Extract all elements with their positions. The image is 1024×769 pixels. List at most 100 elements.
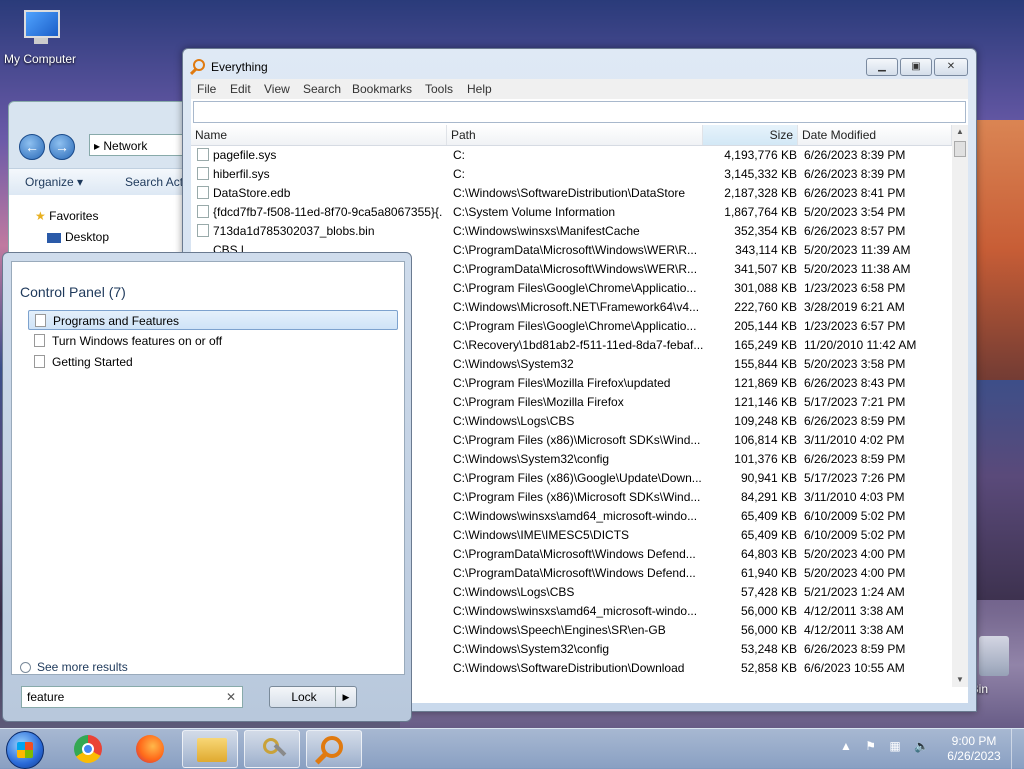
menu-tools[interactable]: Tools (425, 82, 453, 96)
cell-path: C:\Windows\winsxs\ManifestCache (453, 224, 640, 238)
see-more-results-link[interactable]: See more results (20, 660, 128, 674)
close-button[interactable]: ✕ (934, 58, 968, 76)
menu-help[interactable]: Help (467, 82, 492, 96)
cell-path: C:\Recovery\1bd81ab2-f511-11ed-8da7-feba… (453, 338, 703, 352)
taskbar-chrome[interactable] (58, 730, 114, 768)
start-search-value: feature (27, 690, 65, 704)
cell-path: C:\Program Files\Google\Chrome\Applicati… (453, 319, 697, 333)
back-arrow-icon[interactable]: ← (19, 134, 45, 160)
scroll-thumb[interactable] (954, 141, 966, 157)
cell-size: 352,354 KB (734, 224, 797, 238)
clock[interactable]: 9:00 PM 6/26/2023 (946, 734, 1002, 764)
table-row[interactable]: 713da1d785302037_blobs.bin C:\Windows\win… (191, 222, 951, 241)
volume-icon[interactable]: 🔈 (914, 739, 929, 753)
desktop-icon (47, 232, 61, 243)
network-icon[interactable]: ▦ (889, 739, 900, 753)
forward-arrow-icon[interactable]: → (49, 134, 75, 160)
minimize-button[interactable]: ▁ (866, 58, 898, 76)
sidebar-item-desktop[interactable]: Desktop (47, 230, 109, 244)
cell-size: 84,291 KB (740, 490, 797, 504)
vertical-scrollbar[interactable]: ▲ ▼ (952, 125, 968, 687)
cell-path: C: (453, 148, 465, 162)
start-search-input[interactable]: feature ✕ (21, 686, 243, 708)
search-input[interactable] (193, 101, 966, 123)
cell-size: 65,409 KB (740, 509, 797, 523)
taskbar-everything[interactable] (306, 730, 362, 768)
maximize-button[interactable]: ▣ (900, 58, 932, 76)
lock-options-arrow-icon[interactable]: ▶ (335, 687, 356, 707)
start-menu[interactable]: Control Panel (7) Programs and Features … (2, 252, 412, 722)
document-icon (34, 355, 45, 368)
cell-date: 5/21/2023 1:24 AM (804, 585, 905, 599)
cell-path: C:\Program Files\Mozilla Firefox (453, 395, 624, 409)
cell-size: 90,941 KB (740, 471, 797, 485)
cell-date: 6/26/2023 8:41 PM (804, 186, 906, 200)
cell-date: 6/26/2023 8:57 PM (804, 224, 906, 238)
start-button[interactable] (6, 731, 44, 769)
cell-path: C:\Program Files (x86)\Microsoft SDKs\Wi… (453, 490, 701, 504)
everything-icon (321, 736, 343, 758)
cell-path: C:\Windows\SoftwareDistribution\Download (453, 661, 685, 675)
scroll-up-icon[interactable]: ▲ (952, 125, 968, 139)
cell-path: C:\Windows\IME\IMESC5\DICTS (453, 528, 630, 542)
my-computer-desktop-icon[interactable]: My Computer (0, 8, 80, 66)
sidebar-item-favorites[interactable]: ★ Favorites (35, 209, 98, 223)
cell-size: 205,144 KB (734, 319, 797, 333)
menu-search[interactable]: Search (303, 82, 341, 96)
taskbar-firefox[interactable] (120, 730, 176, 768)
table-row[interactable]: pagefile.sys C: 4,193,776 KB 6/26/2023 8:39… (191, 146, 951, 165)
cell-date: 5/17/2023 7:26 PM (804, 471, 906, 485)
cell-size: 65,409 KB (740, 528, 797, 542)
explorer-window[interactable]: ← → ▸ Network Organize ▾ Search Acti ★ F… (8, 101, 200, 273)
result-programs-and-features[interactable]: Programs and Features (28, 310, 398, 330)
taskbar-explorer[interactable] (182, 730, 238, 768)
result-getting-started[interactable]: Getting Started (28, 352, 398, 372)
lock-button[interactable]: Lock ▶ (269, 686, 357, 708)
cell-size: 343,114 KB (735, 243, 797, 257)
cell-size: 56,000 KB (740, 604, 797, 618)
cell-size: 121,869 KB (734, 376, 797, 390)
menu-edit[interactable]: Edit (230, 82, 251, 96)
table-row[interactable]: {fdcd7fb7-f508-11ed-8f70-9ca5a8067355}{.… (191, 203, 951, 222)
menu-bookmarks[interactable]: Bookmarks (352, 82, 412, 96)
column-date-modified[interactable]: Date Modified (798, 125, 952, 145)
cell-date: 3/11/2010 4:03 PM (804, 490, 905, 504)
cell-path: C:\ProgramData\Microsoft\Windows\WER\R..… (453, 243, 698, 257)
file-icon (197, 224, 209, 237)
cell-path: C:\Windows\SoftwareDistribution\DataStor… (453, 186, 686, 200)
cell-path: C:\ProgramData\Microsoft\Windows Defend.… (453, 547, 696, 561)
show-desktop-button[interactable] (1011, 729, 1024, 769)
menu-file[interactable]: File (197, 82, 216, 96)
cell-size: 106,814 KB (734, 433, 797, 447)
cell-date: 5/20/2023 11:38 AM (804, 262, 911, 276)
action-center-icon[interactable]: ⚑ (865, 739, 876, 753)
file-icon (197, 186, 209, 199)
everything-logo-icon (193, 59, 205, 71)
organize-button[interactable]: Organize ▾ (25, 175, 83, 189)
cell-path: C:\Program Files (x86)\Google\Update\Dow… (453, 471, 702, 485)
star-icon: ★ (35, 209, 46, 223)
table-row[interactable]: DataStore.edb C:\Windows\SoftwareDistribu… (191, 184, 951, 203)
clear-search-icon[interactable]: ✕ (226, 690, 236, 704)
cell-date: 1/23/2023 6:57 PM (804, 319, 906, 333)
column-name[interactable]: Name (191, 125, 447, 145)
system-tray: ▲ ⚑ ▦ 🔈 (840, 739, 939, 753)
taskbar-keys[interactable] (244, 730, 300, 768)
sort-arrow-icon: ⌃ (747, 125, 754, 130)
explorer-toolbar: Organize ▾ Search Acti (9, 168, 199, 196)
menu-view[interactable]: View (264, 82, 290, 96)
cell-path: C:\Windows\Logs\CBS (453, 585, 575, 599)
show-hidden-icons-icon[interactable]: ▲ (840, 739, 852, 753)
cell-name: 713da1d785302037_blobs.bin (213, 224, 375, 238)
result-turn-windows-features[interactable]: Turn Windows features on or off (28, 331, 398, 351)
cell-date: 5/20/2023 3:58 PM (804, 357, 906, 371)
cell-path: C:\Program Files (x86)\Microsoft SDKs\Wi… (453, 433, 701, 447)
cell-path: C:\Program Files\Google\Chrome\Applicati… (453, 281, 697, 295)
table-row[interactable]: hiberfil.sys C: 3,145,332 KB 6/26/2023 8:39… (191, 165, 951, 184)
scroll-down-icon[interactable]: ▼ (952, 673, 968, 687)
cell-date: 3/28/2019 6:21 AM (804, 300, 905, 314)
explorer-nav: ← → (19, 134, 75, 160)
column-path[interactable]: Path (447, 125, 703, 145)
result-group-title: Control Panel (7) (20, 284, 126, 300)
search-action-button[interactable]: Search Acti (125, 175, 186, 189)
